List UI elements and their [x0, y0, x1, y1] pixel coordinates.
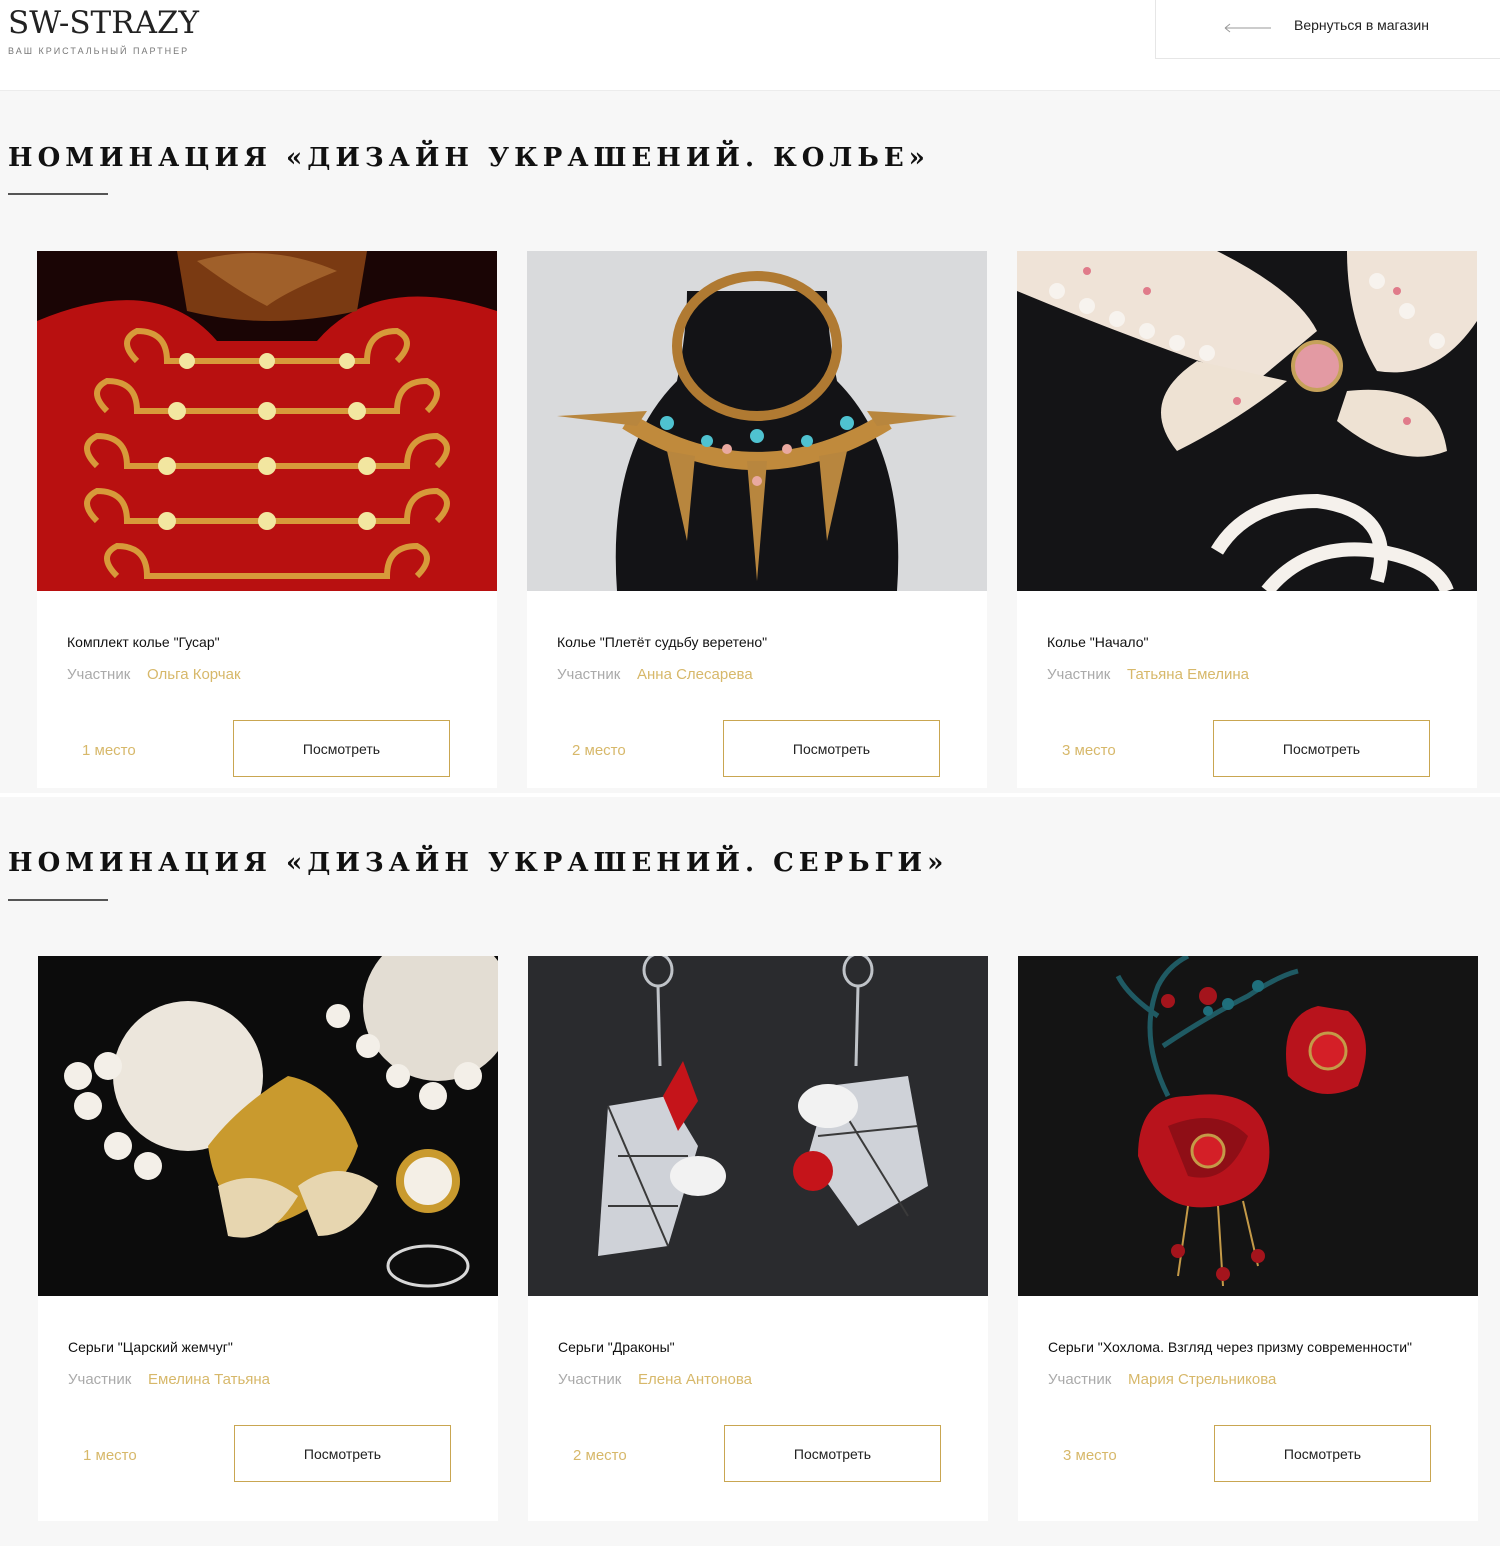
participant-name-link[interactable]: Мария Стрельникова — [1128, 1371, 1276, 1388]
logo-subtitle: ВАШ КРИСТАЛЬНЫЙ ПАРТНЕР — [8, 46, 190, 56]
place-label: 3 место — [1063, 1447, 1117, 1464]
entry-title: Серьги "Драконы" — [558, 1339, 675, 1355]
participant-name-link[interactable]: Ольга Корчак — [147, 666, 241, 683]
participant-name-link[interactable]: Емелина Татьяна — [148, 1371, 270, 1388]
entry-card: Комплект колье "Гусар" Участник Ольга Ко… — [37, 251, 497, 788]
participant-label: Участник — [557, 666, 621, 683]
nomination-section-necklaces: НОМИНАЦИЯ «ДИЗАЙН УКРАШЕНИЙ. КОЛЬЕ» Комп… — [0, 91, 1500, 793]
section-title: НОМИНАЦИЯ «ДИЗАЙН УКРАШЕНИЙ. СЕРЬГИ» — [8, 848, 949, 878]
entry-title: Колье "Начало" — [1047, 634, 1149, 650]
view-button[interactable]: Посмотреть — [233, 720, 450, 777]
back-to-shop-label: Вернуться в магазин — [1294, 17, 1429, 33]
title-underline — [8, 193, 108, 195]
entry-title: Серьги "Хохлома. Взгляд через призму сов… — [1048, 1339, 1412, 1355]
participant-name-link[interactable]: Анна Слесарева — [637, 666, 753, 683]
entry-card: Колье "Плетёт судьбу веретено" Участник … — [527, 251, 987, 788]
participant-label: Участник — [558, 1371, 622, 1388]
entry-card: Серьги "Хохлома. Взгляд через призму сов… — [1018, 956, 1478, 1521]
view-button[interactable]: Посмотреть — [234, 1425, 451, 1482]
entry-title: Колье "Плетёт судьбу веретено" — [557, 634, 768, 650]
participant-label: Участник — [1048, 1371, 1112, 1388]
place-label: 1 место — [82, 742, 136, 759]
participant-label: Участник — [67, 666, 131, 683]
nomination-section-earrings: НОМИНАЦИЯ «ДИЗАЙН УКРАШЕНИЙ. СЕРЬГИ» Сер… — [0, 793, 1500, 1546]
place-label: 2 место — [572, 742, 626, 759]
entry-card: Серьги "Царский жемчуг" Участник Емелина… — [38, 956, 498, 1521]
entry-card: Колье "Начало" Участник Татьяна Емелина … — [1017, 251, 1477, 788]
view-button[interactable]: Посмотреть — [1213, 720, 1430, 777]
logo[interactable]: SW-STRAZY ВАШ КРИСТАЛЬНЫЙ ПАРТНЕР — [8, 4, 199, 56]
participant-name-link[interactable]: Татьяна Емелина — [1127, 666, 1249, 683]
entry-photo[interactable] — [38, 956, 498, 1296]
view-button[interactable]: Посмотреть — [723, 720, 940, 777]
entry-photo[interactable] — [1017, 251, 1477, 591]
entry-photo[interactable] — [527, 251, 987, 591]
view-button[interactable]: Посмотреть — [724, 1425, 941, 1482]
participant-label: Участник — [68, 1371, 132, 1388]
place-label: 1 место — [83, 1447, 137, 1464]
title-underline — [8, 899, 108, 901]
entry-card: Серьги "Драконы" Участник Елена Антонова… — [528, 956, 988, 1521]
arrow-left-icon — [1224, 23, 1271, 33]
logo-title: SW-STRAZY — [8, 5, 199, 41]
site-header: SW-STRAZY ВАШ КРИСТАЛЬНЫЙ ПАРТНЕР Вернут… — [0, 0, 1500, 91]
back-to-shop-button[interactable]: Вернуться в магазин — [1155, 0, 1500, 59]
section-title: НОМИНАЦИЯ «ДИЗАЙН УКРАШЕНИЙ. КОЛЬЕ» — [8, 143, 930, 173]
participant-label: Участник — [1047, 666, 1111, 683]
entry-photo[interactable] — [37, 251, 497, 591]
entry-title: Серьги "Царский жемчуг" — [68, 1339, 233, 1355]
entry-photo[interactable] — [1018, 956, 1478, 1296]
place-label: 3 место — [1062, 742, 1116, 759]
view-button[interactable]: Посмотреть — [1214, 1425, 1431, 1482]
place-label: 2 место — [573, 1447, 627, 1464]
entry-photo[interactable] — [528, 956, 988, 1296]
participant-name-link[interactable]: Елена Антонова — [638, 1371, 752, 1388]
entry-title: Комплект колье "Гусар" — [67, 634, 220, 650]
